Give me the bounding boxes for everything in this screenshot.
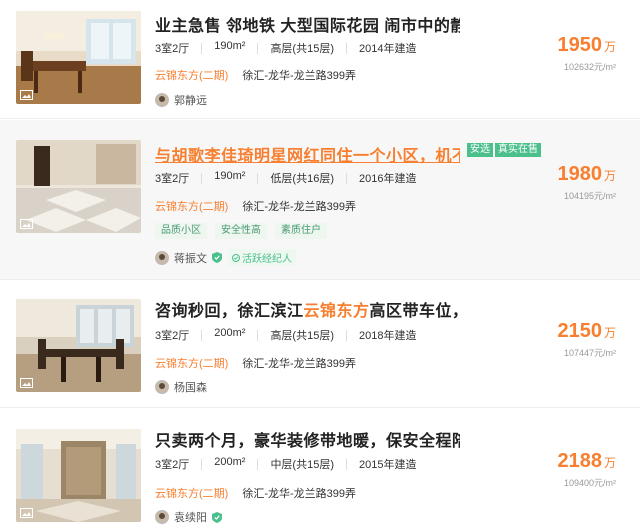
agent-name: 郭静远 xyxy=(174,95,207,107)
listing-photo[interactable] xyxy=(16,429,141,522)
build-year: 2018年建造 xyxy=(359,330,417,342)
address: 徐汇-龙华-龙兰路399弄 xyxy=(242,488,357,500)
agent-name: 蒋振文 xyxy=(174,252,207,265)
address: 徐汇-龙华-龙兰路399弄 xyxy=(242,201,357,213)
listing-title[interactable]: 咨询秒回，徐汇滨江云锦东方高区带车位，诚... xyxy=(155,297,460,321)
community-link[interactable]: 云锦东方(二期) xyxy=(155,485,228,501)
listing-location: 云锦东方(二期) 徐汇-龙华-龙兰路399弄 xyxy=(155,485,356,501)
price-unit: 万 xyxy=(603,326,616,340)
listing-meta: 3室2厅 200m² 中层(共15层) 2015年建造 xyxy=(155,456,416,472)
listing-title[interactable]: 与胡歌李佳琦明星网红同住一个小区，机不可... xyxy=(155,142,460,166)
build-year: 2015年建造 xyxy=(359,459,417,471)
gallery-icon xyxy=(20,378,33,388)
agent-avatar xyxy=(155,510,169,524)
floor-area: 190m² xyxy=(214,40,246,52)
listing-photo[interactable] xyxy=(16,299,141,392)
floor-level: 中层(共15层) xyxy=(270,459,334,471)
address: 徐汇-龙华-龙兰路399弄 xyxy=(242,358,357,370)
check-circle-icon xyxy=(232,253,240,262)
feature-tags: 品质小区 安全性高 素质住户 xyxy=(155,223,327,239)
listing-badges: 安选 真实在售 xyxy=(467,143,541,157)
floor-area: 190m² xyxy=(214,170,246,182)
price-value: 1980 xyxy=(557,163,602,185)
agent-name: 杨国森 xyxy=(174,382,207,394)
listing-card[interactable]: 咨询秒回，徐汇滨江云锦东方高区带车位，诚... 3室2厅 200m² 高层(共1… xyxy=(0,281,640,408)
agent-avatar xyxy=(155,380,169,394)
price-unit: 万 xyxy=(603,456,616,470)
listing-location: 云锦东方(二期) 徐汇-龙华-龙兰路399弄 xyxy=(155,198,356,214)
build-year: 2014年建造 xyxy=(359,43,417,55)
community-link[interactable]: 云锦东方(二期) xyxy=(155,198,228,214)
shield-icon xyxy=(212,252,222,263)
shield-icon xyxy=(212,511,222,523)
unit-price: 102632元/m² xyxy=(563,62,616,72)
price-value: 1950 xyxy=(557,34,602,56)
room-layout: 3室2厅 xyxy=(155,459,190,471)
build-year: 2016年建造 xyxy=(359,173,417,185)
floor-level: 低层(共16层) xyxy=(270,173,334,185)
agent-avatar xyxy=(155,93,169,107)
community-link[interactable]: 云锦东方(二期) xyxy=(155,355,228,371)
listing-location: 云锦东方(二期) 徐汇-龙华-龙兰路399弄 xyxy=(155,355,356,371)
agent-info[interactable]: 杨国森 xyxy=(155,379,207,395)
total-price: 1980 万 xyxy=(557,163,616,186)
agent-info[interactable]: 蒋振文 活跃经纪人 xyxy=(155,249,296,266)
feature-tag: 品质小区 xyxy=(155,223,207,239)
listing-meta: 3室2厅 190m² 低层(共16层) 2016年建造 xyxy=(155,170,416,186)
listing-title[interactable]: 业主急售 邻地铁 大型国际花园 闹市中的静谧... xyxy=(155,12,460,36)
active-agent-badge: 活跃经纪人 xyxy=(228,249,296,266)
total-price: 2150 万 xyxy=(557,320,616,343)
listing-card[interactable]: 只卖两个月，豪华装修带地暖，保安全程陪同... 3室2厅 200m² 中层(共1… xyxy=(0,409,640,528)
address: 徐汇-龙华-龙兰路399弄 xyxy=(242,70,357,82)
listing-list: 业主急售 邻地铁 大型国际花园 闹市中的静谧... 3室2厅 190m² 高层(… xyxy=(0,0,640,528)
agent-avatar xyxy=(155,250,169,265)
listing-title[interactable]: 只卖两个月，豪华装修带地暖，保安全程陪同... xyxy=(155,427,460,451)
listing-card[interactable]: 与胡歌李佳琦明星网红同住一个小区，机不可... 安选 真实在售 3室2厅 190… xyxy=(0,120,640,280)
community-link[interactable]: 云锦东方(二期) xyxy=(155,67,228,83)
floor-area: 200m² xyxy=(214,327,246,339)
room-layout: 3室2厅 xyxy=(155,330,190,342)
agent-info[interactable]: 袁续阳 xyxy=(155,509,222,525)
active-agent-label: 活跃经纪人 xyxy=(242,254,292,265)
price-unit: 万 xyxy=(603,169,616,183)
listing-location: 云锦东方(二期) 徐汇-龙华-龙兰路399弄 xyxy=(155,67,356,83)
listing-photo[interactable] xyxy=(16,11,141,104)
floor-level: 高层(共15层) xyxy=(270,330,334,342)
unit-price: 107447元/m² xyxy=(563,348,616,358)
feature-tag: 安全性高 xyxy=(215,223,267,239)
gallery-icon xyxy=(20,90,33,100)
listing-meta: 3室2厅 200m² 高层(共15层) 2018年建造 xyxy=(155,327,416,343)
title-highlight: 云锦东方 xyxy=(303,303,370,320)
price-value: 2188 xyxy=(557,450,602,472)
listing-card[interactable]: 业主急售 邻地铁 大型国际花园 闹市中的静谧... 3室2厅 190m² 高层(… xyxy=(0,0,640,119)
feature-tag: 素质住户 xyxy=(275,223,327,239)
verified-badge: 真实在售 xyxy=(495,143,541,157)
price-unit: 万 xyxy=(603,40,616,54)
gallery-icon xyxy=(20,219,33,229)
agent-info[interactable]: 郭静远 xyxy=(155,92,207,108)
unit-price: 104195元/m² xyxy=(563,191,616,201)
gallery-icon xyxy=(20,508,33,518)
floor-area: 200m² xyxy=(214,456,246,468)
listing-photo[interactable] xyxy=(16,140,141,233)
listing-meta: 3室2厅 190m² 高层(共15层) 2014年建造 xyxy=(155,40,416,56)
room-layout: 3室2厅 xyxy=(155,43,190,55)
safe-pick-badge: 安选 xyxy=(467,143,493,157)
unit-price: 109400元/m² xyxy=(563,478,616,488)
room-layout: 3室2厅 xyxy=(155,173,190,185)
total-price: 1950 万 xyxy=(557,34,616,57)
title-text: 咨询秒回，徐汇滨江 xyxy=(155,303,304,320)
floor-level: 高层(共15层) xyxy=(270,43,334,55)
title-text: 高区带车位，诚... xyxy=(369,303,460,320)
total-price: 2188 万 xyxy=(557,450,616,473)
price-value: 2150 xyxy=(557,320,602,342)
agent-name: 袁续阳 xyxy=(174,512,207,524)
